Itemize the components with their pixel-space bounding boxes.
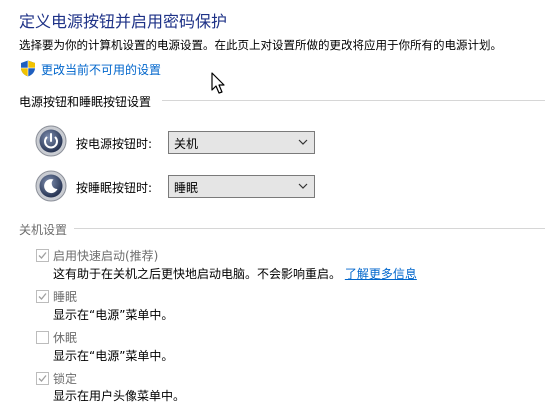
power-buttons-section-title: 电源按钮和睡眠按钮设置 [19,95,152,109]
fast-startup-checkbox[interactable] [36,249,49,262]
checkmark-icon [38,252,47,259]
page-description: 选择要为你的计算机设置的电源设置。在此页上对设置所做的更改将应用于你所有的电源计… [19,38,502,52]
learn-more-link[interactable]: 了解更多信息 [345,267,417,281]
sleep-option-label: 睡眠 [53,290,78,304]
hibernate-checkbox[interactable] [36,331,49,344]
lock-checkbox[interactable] [36,372,49,385]
fast-startup-description: 这有助于在关机之后更快地启动电脑。不会影响重启。 了解更多信息 [53,265,417,282]
sleep-button-action-value: 睡眠 [174,181,199,195]
checkmark-icon [38,375,47,382]
sleep-option-description: 显示在“电源”菜单中。 [53,308,174,322]
power-button-action-select[interactable]: 关机 [168,131,315,154]
page-title: 定义电源按钮并启用密码保护 [19,12,228,31]
power-button-label: 按电源按钮时: [76,137,153,151]
hibernate-option-label: 休眠 [53,331,78,345]
chevron-down-icon [298,139,308,145]
section-divider [162,100,545,101]
mouse-cursor-icon [211,72,225,94]
chevron-down-icon [298,183,308,189]
sleep-button-action-select[interactable]: 睡眠 [168,175,315,198]
section-divider [74,228,545,229]
checkmark-icon [38,293,47,300]
lock-option-description: 显示在用户头像菜单中。 [53,389,186,403]
sleep-button-icon [35,170,67,202]
change-unavailable-settings-link[interactable]: 更改当前不可用的设置 [41,61,161,78]
sleep-checkbox[interactable] [36,290,49,303]
fast-startup-label: 启用快速启动(推荐) [53,249,159,263]
hibernate-option-description: 显示在“电源”菜单中。 [53,349,174,363]
power-button-icon [35,125,67,157]
shutdown-section-title: 关机设置 [19,223,68,237]
uac-shield-icon [21,60,35,77]
power-button-action-value: 关机 [174,137,199,151]
sleep-button-label: 按睡眠按钮时: [76,181,153,195]
lock-option-label: 锁定 [53,372,78,386]
fast-startup-description-text: 这有助于在关机之后更快地启动电脑。不会影响重启。 [53,267,342,281]
